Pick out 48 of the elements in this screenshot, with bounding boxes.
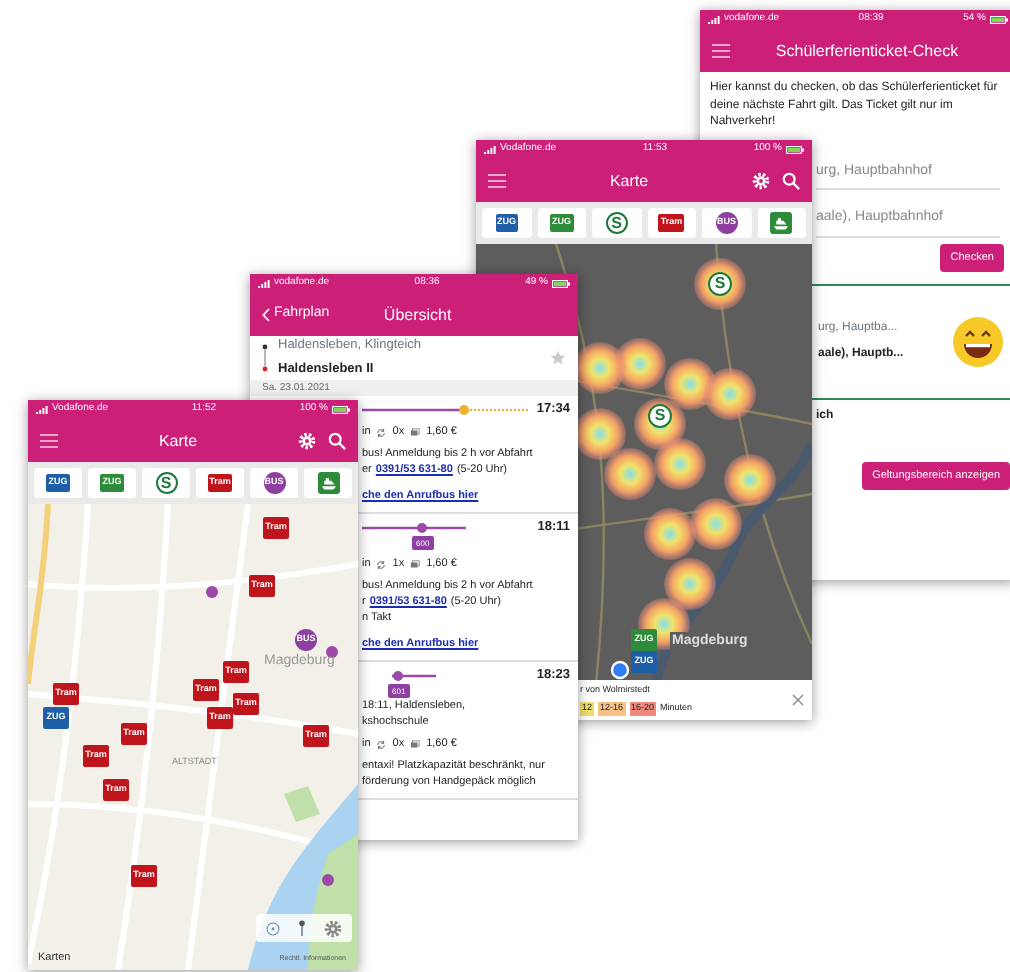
screen-title: Übersicht (381, 303, 454, 327)
laughing-face-icon (952, 315, 1004, 368)
screen-title: Karte (156, 429, 200, 453)
line-badge: S (605, 212, 628, 234)
ticket-icon (410, 739, 421, 749)
heat-spot (604, 448, 656, 500)
battery-icon (332, 406, 350, 414)
heat-spot (574, 408, 626, 460)
menu-icon[interactable] (488, 174, 506, 188)
battery-icon (786, 146, 804, 154)
star-icon[interactable] (550, 350, 566, 366)
menu-icon[interactable] (40, 434, 58, 448)
screen-title: Karte (607, 169, 651, 193)
search-icon[interactable] (328, 432, 346, 450)
ticket-icon (410, 559, 421, 569)
transport-filter-button[interactable] (757, 208, 806, 238)
pin-icon[interactable] (297, 920, 306, 936)
close-icon[interactable] (792, 694, 804, 706)
transport-filter-button[interactable] (304, 468, 352, 498)
transfer-icon (376, 739, 387, 749)
signal-icon (258, 280, 270, 288)
transfer-icon (376, 427, 387, 437)
settings-icon[interactable] (752, 172, 770, 190)
line-badge: S (155, 472, 177, 494)
battery-icon (989, 16, 1008, 24)
settings-icon[interactable] (298, 432, 316, 450)
transport-filter-button[interactable]: S (592, 208, 641, 238)
signal-icon (484, 146, 496, 154)
gear-icon[interactable] (324, 919, 343, 937)
transfer-icon (376, 559, 387, 569)
back-icon[interactable] (262, 308, 270, 322)
transport-filter-button[interactable]: S (142, 468, 190, 498)
route-icon (262, 344, 268, 372)
search-icon[interactable] (782, 172, 800, 190)
locate-icon[interactable] (265, 921, 280, 935)
heat-spot (574, 342, 626, 394)
heat-spot (724, 454, 776, 506)
heat-spot (690, 498, 742, 550)
heat-spot (664, 558, 716, 610)
heat-spot (704, 368, 756, 420)
ticket-icon (410, 427, 421, 437)
heat-spot (654, 438, 706, 490)
heat-spot (644, 508, 696, 560)
signal-icon (36, 406, 48, 414)
menu-icon[interactable] (712, 44, 730, 58)
screen-title: Schülerferienticket-Check (773, 39, 961, 63)
signal-icon (708, 16, 720, 24)
battery-icon (551, 280, 570, 288)
